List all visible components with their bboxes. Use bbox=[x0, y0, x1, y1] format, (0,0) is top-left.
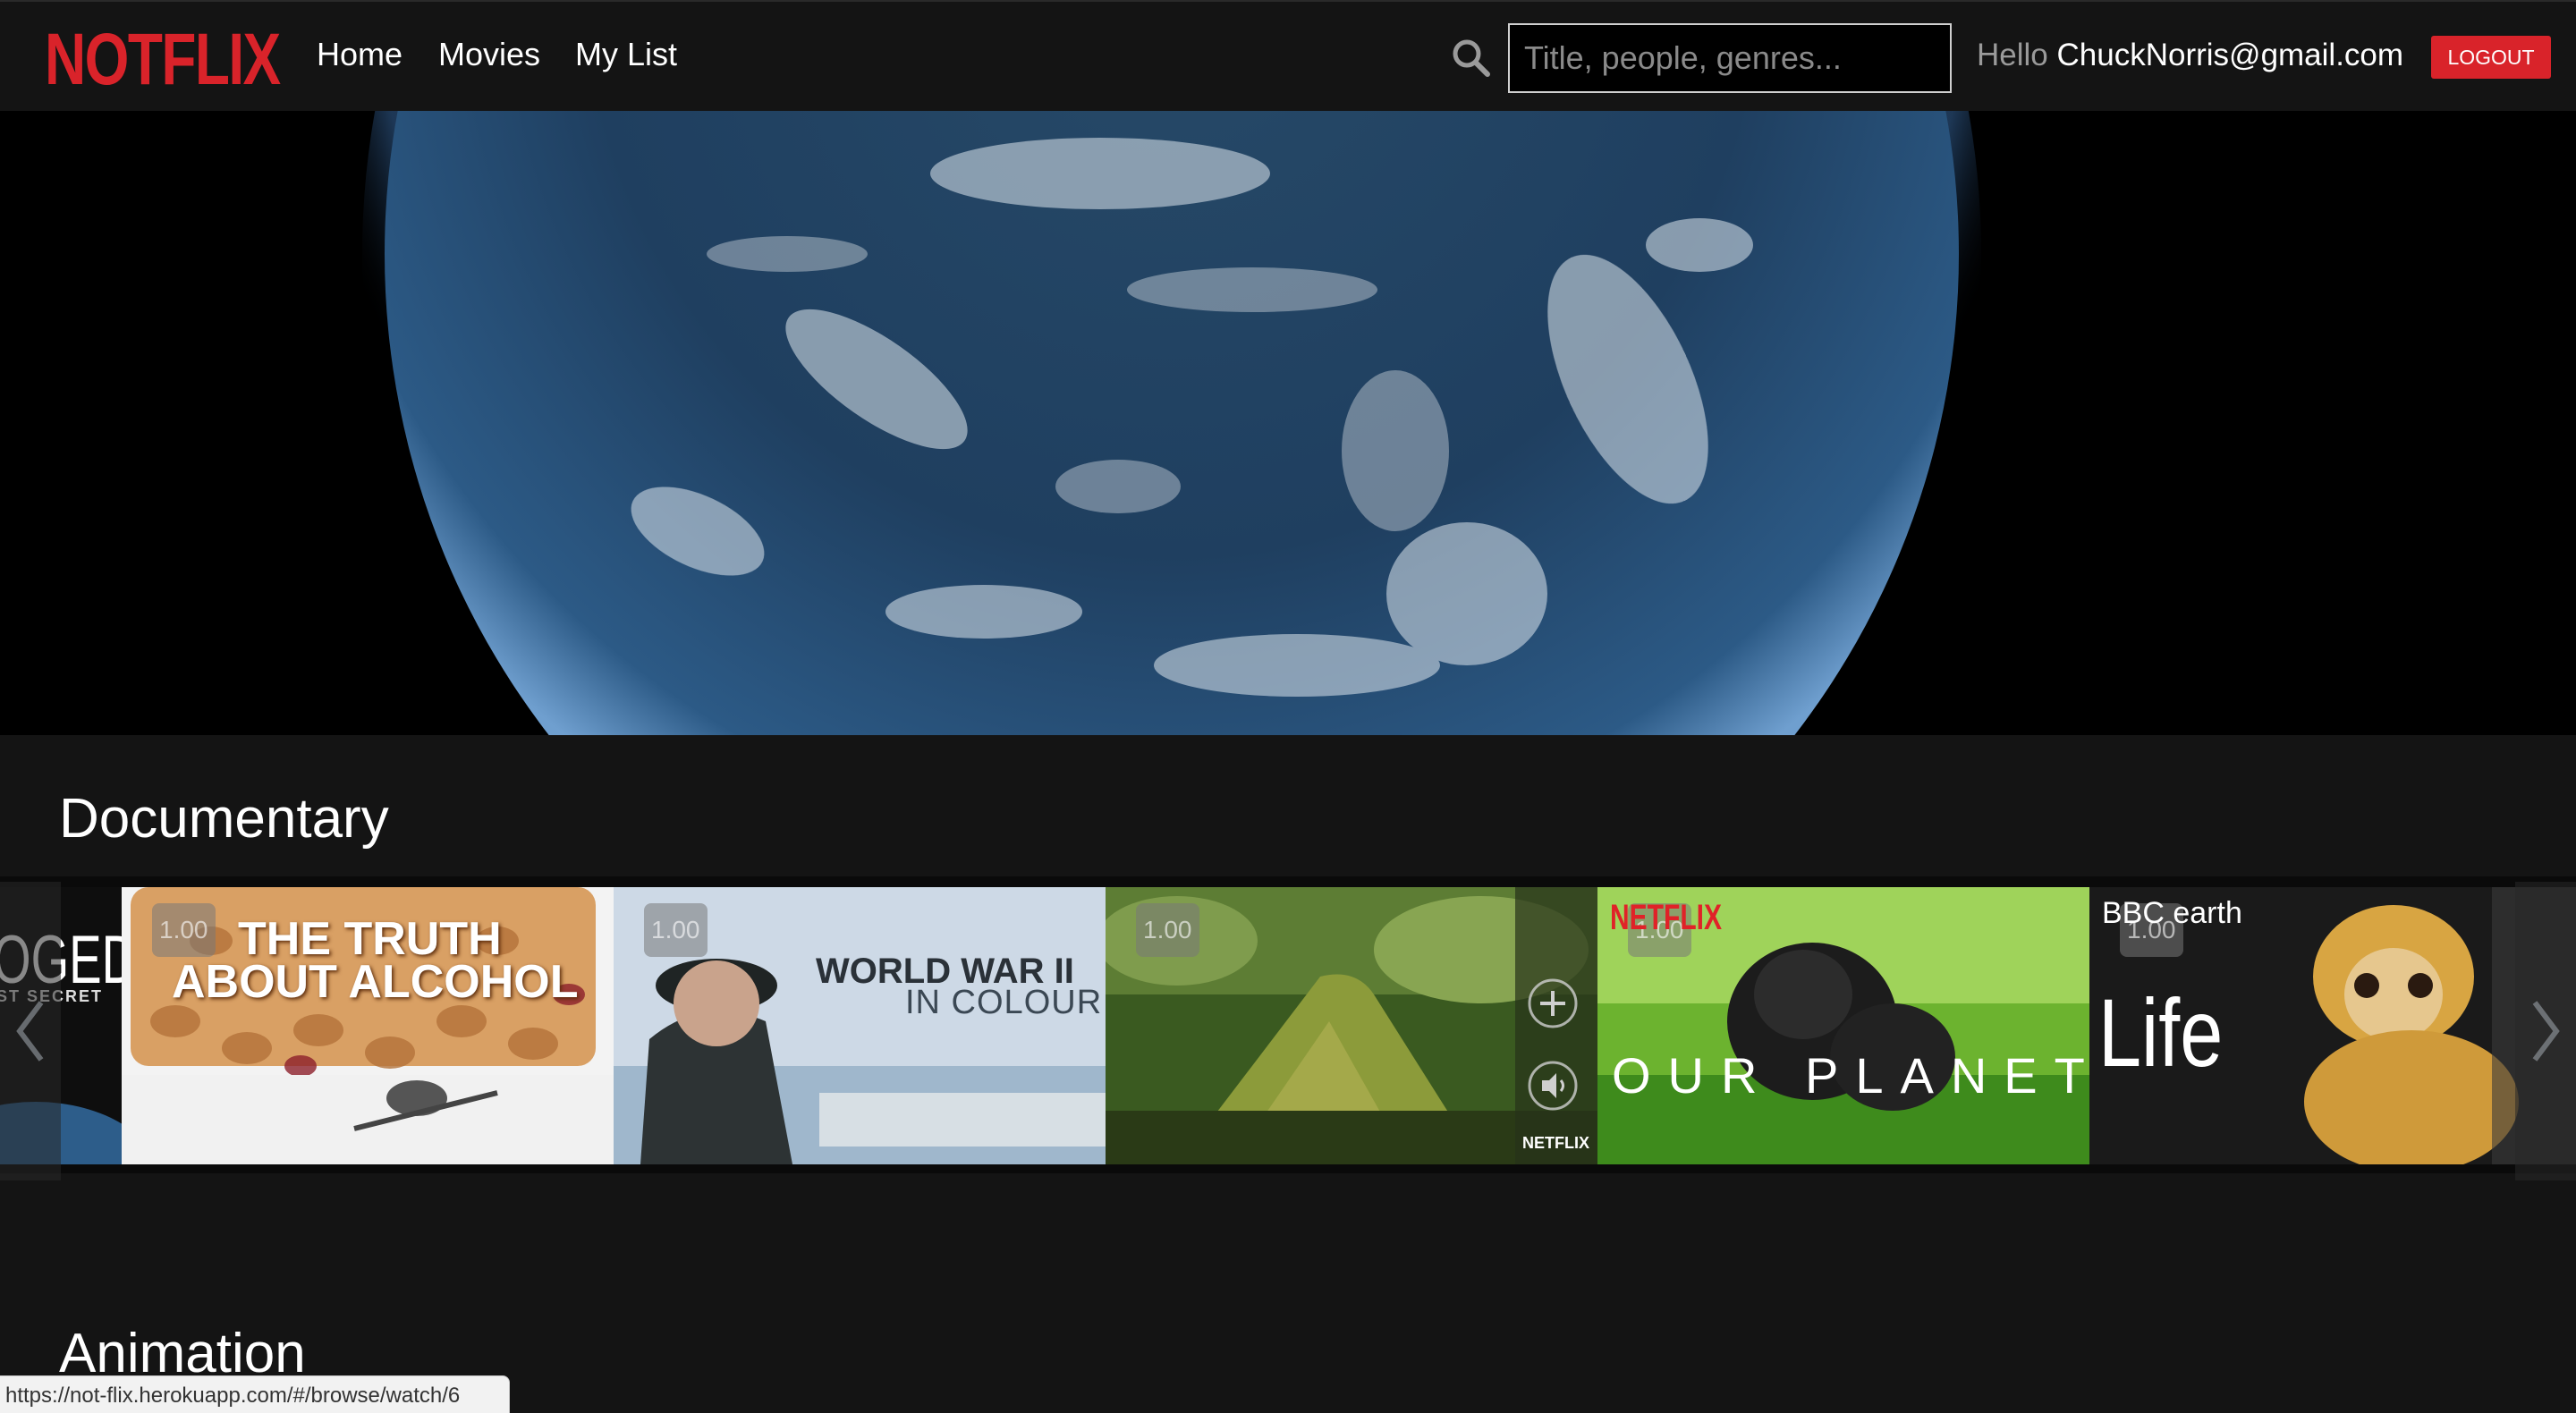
bbc-earth-brand: BBC earth bbox=[2102, 896, 2242, 930]
movie-tile-the-truth-about-alcohol[interactable]: 1.00 THE TRUTH ABOUT ALCOHOL bbox=[122, 887, 614, 1164]
movie-tile-world-war-ii-in-colour[interactable]: 1.00 WORLD WAR II IN COLOUR bbox=[614, 887, 1106, 1164]
slider-next-button[interactable] bbox=[2515, 882, 2576, 1180]
nav-link-movies[interactable]: Movies bbox=[438, 36, 540, 73]
volume-icon[interactable] bbox=[1526, 1059, 1580, 1113]
search-input[interactable] bbox=[1508, 23, 1952, 93]
tile-rating: 1.00 bbox=[152, 903, 216, 957]
slider-prev-button[interactable] bbox=[0, 882, 61, 1180]
documentary-slider: OGED ST SECRET bbox=[0, 876, 2576, 1173]
app-root: NOTFLIX Home Movies My List Hello ChuckN… bbox=[0, 0, 2576, 1413]
chevron-left-icon bbox=[16, 1001, 44, 1062]
add-to-list-icon[interactable] bbox=[1526, 977, 1580, 1030]
tile-title-line2: IN COLOUR bbox=[905, 984, 1103, 1021]
top-nav: NOTFLIX Home Movies My List Hello ChuckN… bbox=[0, 0, 2576, 111]
netflix-badge: NETFLIX bbox=[1522, 1134, 1589, 1152]
greeting-label: Hello bbox=[1977, 38, 2048, 72]
nav-link-my-list[interactable]: My List bbox=[575, 36, 677, 73]
tile-title: OUR PLANET bbox=[1612, 1047, 2089, 1104]
user-email: ChuckNorris@gmail.com bbox=[2056, 38, 2404, 72]
logo[interactable]: NOTFLIX bbox=[45, 18, 281, 102]
nav-link-home[interactable]: Home bbox=[317, 36, 402, 73]
movie-tile-forest[interactable]: 1.00 NETFLIX bbox=[1106, 887, 1597, 1164]
row-title-documentary: Documentary bbox=[59, 788, 389, 850]
browser-status-url: https://not-flix.herokuapp.com/#/browse/… bbox=[0, 1375, 510, 1413]
movie-tile-life[interactable]: 1.00 BBC earth Life bbox=[2089, 887, 2576, 1164]
netflix-brand: NETFLIX bbox=[1610, 898, 1723, 937]
search-icon[interactable] bbox=[1449, 36, 1492, 79]
movie-tile-our-planet[interactable]: 1.00 NETFLIX OUR PLANET bbox=[1597, 887, 2089, 1164]
tile-rating: 1.00 bbox=[1136, 903, 1199, 957]
hero-earth-image bbox=[0, 111, 2576, 735]
tile-title-line2: ABOUT ALCOHOL bbox=[172, 956, 579, 1008]
chevron-right-icon bbox=[2532, 1001, 2560, 1062]
user-greeting: Hello ChuckNorris@gmail.com bbox=[1977, 38, 2403, 73]
logout-button[interactable]: LOGOUT bbox=[2431, 36, 2551, 79]
tile-title: Life bbox=[2098, 978, 2224, 1087]
hero-banner[interactable] bbox=[0, 111, 2576, 735]
tile-rating: 1.00 bbox=[644, 903, 708, 957]
